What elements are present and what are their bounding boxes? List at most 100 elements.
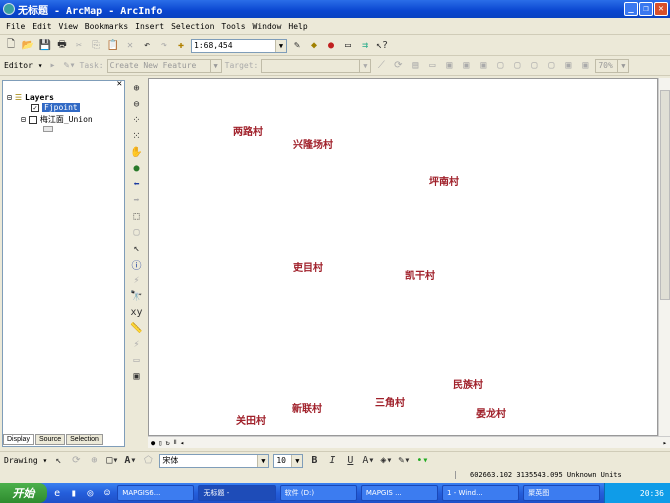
chevron-down-icon[interactable]: ▼ xyxy=(209,59,221,72)
text-icon[interactable]: A▾ xyxy=(123,454,137,468)
layout-icon-1[interactable]: ▣ xyxy=(561,59,575,73)
layers-group[interactable]: ⊟ ☰ Layers xyxy=(7,93,54,102)
fill-color-icon[interactable]: ◈▾ xyxy=(379,454,393,468)
topology-icon-6[interactable]: ▢ xyxy=(527,59,541,73)
task-word[interactable]: 1 - Wind... xyxy=(442,485,520,501)
task-combo[interactable]: Create New Feature ▼ xyxy=(106,58,222,73)
menu-tools[interactable]: Tools xyxy=(221,22,245,31)
scroll-thumb[interactable] xyxy=(660,90,670,300)
menu-selection[interactable]: Selection xyxy=(171,22,214,31)
tab-source[interactable]: Source xyxy=(34,434,66,445)
fixed-zoom-out-icon[interactable]: ⁙ xyxy=(130,129,144,143)
menu-view[interactable]: View xyxy=(59,22,78,31)
task-arcmap[interactable]: 无标题 - xyxy=(198,485,276,501)
font-size-combo[interactable]: 10 ▼ xyxy=(273,453,304,468)
attributes-icon[interactable]: ▤ xyxy=(408,59,422,73)
editor-toolbar-icon[interactable]: ✎ xyxy=(290,39,304,53)
chevron-down-icon[interactable]: ▼ xyxy=(275,39,286,52)
refresh-icon[interactable]: ↻ xyxy=(165,439,169,447)
task-mapgis[interactable]: MAPGIS ... xyxy=(360,485,439,501)
chevron-down-icon[interactable]: ▼ xyxy=(257,454,269,467)
underline-button[interactable]: U xyxy=(343,454,357,468)
tab-display[interactable]: Display xyxy=(3,434,34,445)
font-color-icon[interactable]: A▾ xyxy=(361,454,375,468)
zoom-combo[interactable]: 70% ▼ xyxy=(595,58,630,73)
font-combo[interactable]: 宋体 ▼ xyxy=(159,453,270,468)
pan-icon[interactable]: ✋ xyxy=(130,145,144,159)
restore-button[interactable]: ❐ xyxy=(639,2,653,16)
editor-menu[interactable]: Editor ▾ xyxy=(4,61,43,70)
minimize-button[interactable]: _ xyxy=(624,2,638,16)
save-icon[interactable]: 💾 xyxy=(38,39,52,53)
select-elements-icon[interactable]: ↖ xyxy=(130,241,144,255)
edit-tool-icon[interactable]: ▸ xyxy=(46,59,60,73)
collapse-icon[interactable]: ⊟ xyxy=(21,115,26,124)
chevron-down-icon[interactable]: ▼ xyxy=(617,59,629,72)
chevron-down-icon[interactable]: ▼ xyxy=(291,454,303,467)
edit-vertices-icon[interactable]: ⬠ xyxy=(141,454,155,468)
map-view[interactable]: 两路村 兴隆场村 坪南村 吏目村 凯干村 民族村 三角村 新联村 晏龙村 关田村 xyxy=(148,78,658,436)
quicklaunch-icon[interactable]: ▮ xyxy=(67,486,80,500)
user-icon[interactable]: ☺ xyxy=(101,486,114,500)
marker-color-icon[interactable]: •▾ xyxy=(415,454,429,468)
ie-icon[interactable]: e xyxy=(51,486,64,500)
map-scale-combo[interactable]: 1:68,454 ▼ xyxy=(191,38,287,53)
sketch-properties-icon[interactable]: ▭ xyxy=(425,59,439,73)
line-color-icon[interactable]: ✎▾ xyxy=(397,454,411,468)
close-button[interactable]: ✕ xyxy=(654,2,668,16)
full-extent-icon[interactable]: ● xyxy=(130,161,144,175)
topology-icon-2[interactable]: ▣ xyxy=(459,59,473,73)
copy-icon[interactable]: ⎘ xyxy=(89,39,103,53)
delete-icon[interactable]: ✕ xyxy=(123,39,137,53)
redo-icon[interactable]: ↷ xyxy=(157,39,171,53)
zoom-out-icon[interactable]: ⊖ xyxy=(130,97,144,111)
polygon-symbol[interactable] xyxy=(43,126,53,132)
forward-icon[interactable]: ➡ xyxy=(130,193,144,207)
data-view-icon[interactable]: ● xyxy=(151,439,155,447)
close-icon[interactable]: ✕ xyxy=(117,79,122,89)
create-viewer-icon[interactable]: ▣ xyxy=(130,369,144,383)
topology-icon-1[interactable]: ▣ xyxy=(442,59,456,73)
command-line-icon[interactable]: ▭ xyxy=(341,39,355,53)
task-mapgis6[interactable]: MAPGIS6... xyxy=(117,485,195,501)
topology-icon-3[interactable]: ▣ xyxy=(476,59,490,73)
scroll-right-icon[interactable]: ▸ xyxy=(663,439,670,447)
task-juyingtu[interactable]: 聚英图 xyxy=(523,485,601,501)
open-icon[interactable]: 📂 xyxy=(21,39,35,53)
sketch-tool-icon[interactable]: ✎▾ xyxy=(63,59,77,73)
pause-icon[interactable]: ॥ xyxy=(173,438,177,447)
find-icon[interactable]: 🔭 xyxy=(130,289,144,303)
italic-button[interactable]: I xyxy=(325,454,339,468)
bold-button[interactable]: B xyxy=(307,454,321,468)
print-icon[interactable]: 🖶 xyxy=(55,39,69,53)
layer-checkbox[interactable]: ✓ xyxy=(31,103,39,112)
vertical-scrollbar[interactable] xyxy=(658,78,670,436)
undo-icon[interactable]: ↶ xyxy=(140,39,154,53)
task-explorer[interactable]: 软件 (D:) xyxy=(279,485,357,501)
arctoolbox-icon[interactable]: ● xyxy=(324,39,338,53)
fixed-zoom-in-icon[interactable]: ⁘ xyxy=(130,113,144,127)
arccatalog-icon[interactable]: ◆ xyxy=(307,39,321,53)
go-to-xy-icon[interactable]: xy xyxy=(130,305,144,319)
rotate-tool-icon[interactable]: ⟳ xyxy=(391,59,405,73)
layer-name[interactable]: 梅江面_Union xyxy=(40,114,93,125)
layout-view-icon[interactable]: ▯ xyxy=(158,439,162,447)
target-combo[interactable]: ▼ xyxy=(261,58,372,73)
drawing-menu[interactable]: Drawing ▾ xyxy=(4,456,47,465)
layout-icon-2[interactable]: ▣ xyxy=(578,59,592,73)
menu-window[interactable]: Window xyxy=(253,22,282,31)
hyperlink-icon[interactable]: ⚡ xyxy=(130,273,144,287)
layer-checkbox[interactable] xyxy=(28,115,37,124)
menu-file[interactable]: File xyxy=(6,22,25,31)
scroll-left-icon[interactable]: ◂ xyxy=(180,439,184,447)
clear-selection-icon[interactable]: ▢ xyxy=(130,225,144,239)
cut-icon[interactable]: ✂ xyxy=(72,39,86,53)
paste-icon[interactable]: 📋 xyxy=(106,39,120,53)
topology-icon-4[interactable]: ▢ xyxy=(493,59,507,73)
rotate-icon[interactable]: ⟳ xyxy=(69,454,83,468)
time-slider-icon[interactable]: ▭ xyxy=(130,353,144,367)
collapse-icon[interactable]: ⊟ xyxy=(7,93,12,102)
layer-name[interactable]: Fjpoint xyxy=(42,103,80,112)
browser-icon[interactable]: ◎ xyxy=(84,486,97,500)
add-data-icon[interactable]: ✚ xyxy=(174,39,188,53)
